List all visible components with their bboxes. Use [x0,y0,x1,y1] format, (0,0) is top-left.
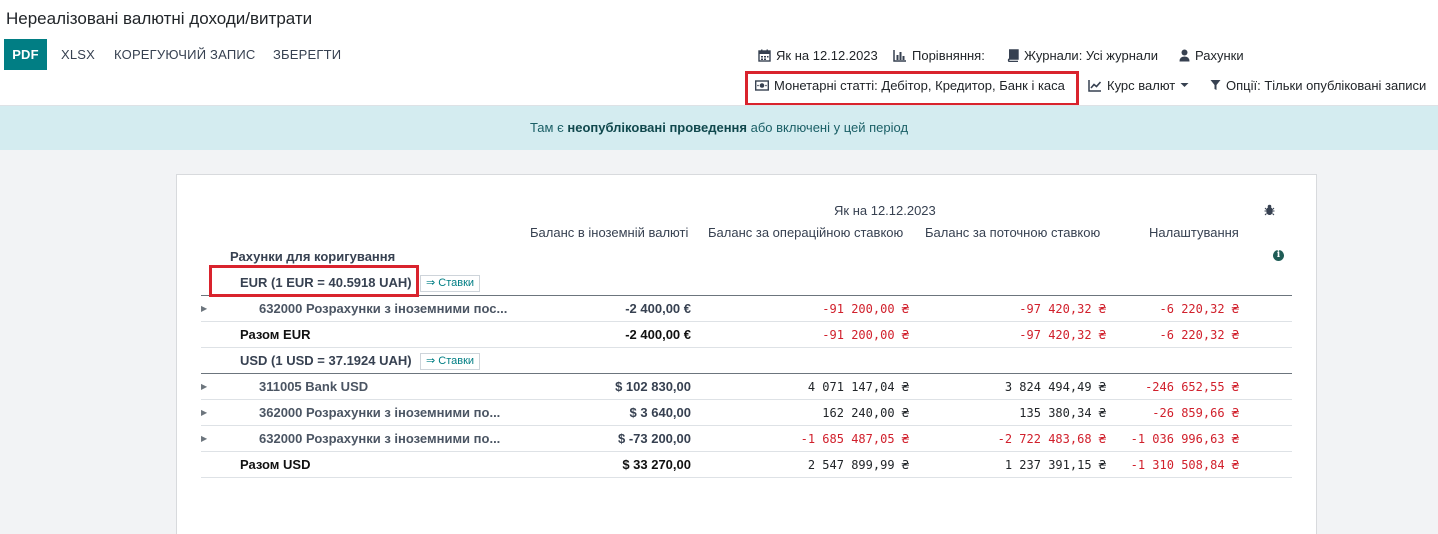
accounts-to-adjust-header: Рахунки для коригування [230,249,396,264]
adjustment: -26 859,66 ₴ [1152,406,1239,420]
caret-down-icon [1180,83,1189,87]
column-header-adjustment: Налаштування [1149,225,1239,240]
account-name: 632000 Розрахунки з іноземними пос... [259,301,508,316]
table-row[interactable]: ▶ 632000 Розрахунки з іноземними по... $… [201,426,1292,452]
expand-caret-icon[interactable]: ▶ [201,296,207,322]
date-filter[interactable]: Як на 12.12.2023 [758,45,878,65]
total-eur-adjustment: -6 220,32 ₴ [1159,328,1239,342]
unposted-entries-banner: Там є неопубліковані проведення або вклю… [0,106,1438,150]
expand-caret-icon[interactable]: ▶ [201,426,207,452]
adjustment: -246 652,55 ₴ [1145,380,1239,394]
currency-group-usd: USD (1 USD = 37.1924 UAH) ⇒ Ставки [201,348,1292,374]
current-rate-balance: -97 420,32 ₴ [1019,302,1106,316]
column-header-current-rate: Баланс за поточною ставкою [925,225,1101,240]
column-header-operation-rate: Баланс за операційною ставкою [708,225,904,240]
foreign-balance: $ 3 640,00 [629,405,691,420]
date-filter-label: Як на 12.12.2023 [776,47,878,63]
total-row-usd: Разом USD $ 33 270,00 2 547 899,99 ₴ 1 2… [201,452,1292,478]
rates-button-usd[interactable]: ⇒ Ставки [420,353,481,370]
exchange-rate-filter-label: Курс валют [1107,77,1176,93]
banner-suffix: або включені у цей період [750,120,909,135]
page-title: Нереалізовані валютні доходи/витрати [6,9,313,28]
current-rate-balance: 135 380,34 ₴ [1019,406,1106,420]
total-usd-foreign-balance: $ 33 270,00 [622,457,691,472]
total-usd-adjustment: -1 310 508,84 ₴ [1130,458,1239,472]
comparison-filter-label: Порівняння: [912,47,985,63]
column-header-foreign-balance: Баланс в іноземній валюті [530,225,689,240]
filter-icon [1210,80,1221,90]
total-eur-operation-rate: -91 200,00 ₴ [822,328,909,342]
pdf-button[interactable]: PDF [4,39,47,70]
expand-caret-icon[interactable]: ▶ [201,374,207,400]
rates-button-eur[interactable]: ⇒ Ставки [420,275,481,292]
bar-chart-icon [893,49,906,62]
operation-rate-balance: -91 200,00 ₴ [822,302,909,316]
currency-group-usd-label: USD (1 USD = 37.1924 UAH) [240,353,412,368]
operation-rate-balance: 4 071 147,04 ₴ [807,380,909,394]
expand-caret-icon[interactable]: ▶ [201,400,207,426]
current-rate-balance: 3 824 494,49 ₴ [1004,380,1106,394]
operation-rate-balance: -1 685 487,05 ₴ [800,432,909,446]
options-filter-label: Опції: Тільки опубліковані записи [1226,77,1427,93]
adjustment: -6 220,32 ₴ [1159,302,1239,316]
line-chart-icon [1088,79,1102,92]
info-icon[interactable]: i [1273,250,1284,261]
total-row-eur: Разом EUR -2 400,00 € -91 200,00 ₴ -97 4… [201,322,1292,348]
total-usd-current-rate: 1 237 391,15 ₴ [1004,458,1106,472]
banner-prefix: Там є [529,120,564,135]
bug-icon[interactable] [1264,204,1275,216]
total-eur-label: Разом EUR [240,327,311,342]
options-filter[interactable]: Опції: Тільки опубліковані записи [1210,75,1426,95]
report-date-header: Як на 12.12.2023 [834,203,936,218]
account-name: 311005 Bank USD [259,379,369,394]
foreign-balance: -2 400,00 € [625,301,691,316]
calendar-icon [758,49,771,62]
total-eur-foreign-balance: -2 400,00 € [625,327,691,342]
account-name: 632000 Розрахунки з іноземними по... [259,431,501,446]
currency-group-eur-highlight [209,265,419,297]
monetary-filter-highlight [745,71,1079,106]
accounts-filter-label: Рахунки [1195,47,1244,63]
total-eur-current-rate: -97 420,32 ₴ [1019,328,1106,342]
exchange-rate-filter[interactable]: Курс валют [1088,75,1189,95]
unposted-entries-link[interactable]: неопубліковані проведення [567,120,747,135]
table-row[interactable]: ▶ 362000 Розрахунки з іноземними по... $… [201,400,1292,426]
operation-rate-balance: 162 240,00 ₴ [822,406,909,420]
foreign-balance: $ -73 200,00 [617,431,691,446]
comparison-filter[interactable]: Порівняння: [893,45,985,65]
book-icon [1007,48,1019,62]
total-usd-label: Разом USD [240,457,311,472]
correction-entry-button[interactable]: КОРЕГУЮЧИЙ ЗАПИС [105,39,265,70]
xlsx-button[interactable]: XLSX [52,39,104,70]
journals-filter[interactable]: Журнали: Усі журнали [1007,45,1158,65]
save-button[interactable]: ЗБЕРЕГТИ [264,39,350,70]
adjustment: -1 036 996,63 ₴ [1130,432,1239,446]
table-row[interactable]: ▶ 311005 Bank USD $ 102 830,00 4 071 147… [201,374,1292,400]
account-name: 362000 Розрахунки з іноземними по... [259,405,501,420]
user-icon [1179,49,1190,61]
journals-filter-label: Журнали: Усі журнали [1024,47,1158,63]
total-usd-operation-rate: 2 547 899,99 ₴ [807,458,909,472]
foreign-balance: $ 102 830,00 [615,379,691,394]
table-row[interactable]: ▶ 632000 Розрахунки з іноземними пос... … [201,296,1292,322]
current-rate-balance: -2 722 483,68 ₴ [997,432,1106,446]
accounts-filter[interactable]: Рахунки [1179,45,1244,65]
